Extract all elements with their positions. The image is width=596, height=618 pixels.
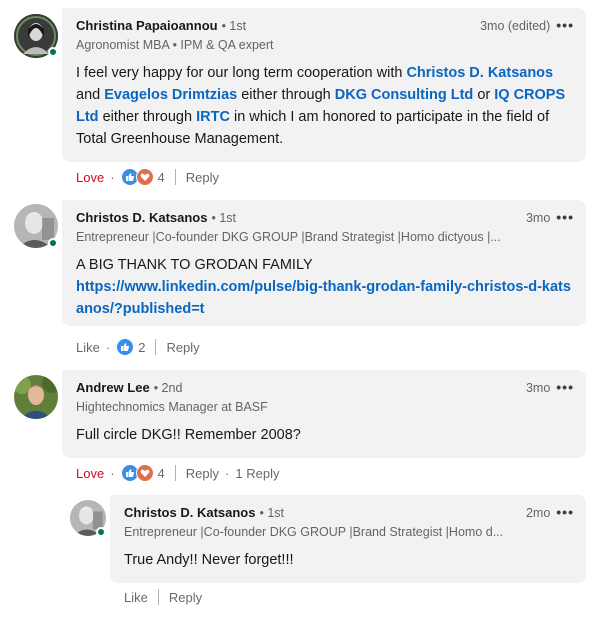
mention-link[interactable]: DKG Consulting Ltd — [335, 87, 474, 103]
author-headline: Entrepreneur |Co-founder DKG GROUP |Bran… — [124, 525, 504, 539]
online-status-icon — [48, 238, 58, 248]
comment-bubble: Christina Papaioannou • 1st 3mo (edited)… — [62, 8, 586, 162]
reply-button[interactable]: Reply — [166, 340, 199, 355]
more-options-icon[interactable]: ••• — [556, 210, 574, 224]
reply-button[interactable]: Reply — [186, 466, 219, 481]
comment-text: I feel very happy for our long term coop… — [76, 62, 574, 150]
more-options-icon[interactable]: ••• — [556, 505, 574, 519]
comment: Christos D. Katsanos • 1st 3mo ••• Entre… — [0, 195, 596, 365]
comment-text: A BIG THANK TO GRODAN FAMILY https://www… — [76, 254, 574, 320]
view-replies-button[interactable]: 1 Reply — [235, 466, 279, 481]
text-segment: either through — [98, 109, 197, 125]
comment-bubble: Christos D. Katsanos • 1st 2mo ••• Entre… — [110, 495, 586, 583]
author-name[interactable]: Andrew Lee — [76, 380, 150, 395]
timestamp: 3mo — [525, 211, 551, 225]
comment: Christina Papaioannou • 1st 3mo (edited)… — [0, 0, 596, 195]
author-headline: Agronomist MBA • IPM & QA expert — [76, 38, 274, 52]
text-segment: or — [473, 87, 495, 103]
reaction-count: 4 — [157, 169, 165, 185]
author-name[interactable]: Christos D. Katsanos — [124, 505, 255, 520]
like-reaction-icon — [116, 338, 135, 356]
like-button[interactable]: Like — [124, 590, 148, 605]
love-reaction-icon — [135, 464, 154, 482]
more-options-icon[interactable]: ••• — [556, 380, 574, 394]
comment-actions: Like · 2 Reply — [76, 337, 200, 357]
comment-bubble: Christos D. Katsanos • 1st 3mo ••• Entre… — [62, 200, 586, 326]
comment-actions: Love · 4 Reply · 1 Reply — [76, 463, 279, 483]
reaction-count: 2 — [138, 339, 146, 355]
love-reaction-button[interactable]: Love — [76, 466, 104, 481]
reply-comment: Christos D. Katsanos • 1st 2mo ••• Entre… — [0, 490, 596, 618]
timestamp: 2mo — [525, 506, 551, 520]
divider — [157, 589, 159, 605]
mention-link[interactable]: Christos D. Katsanos — [406, 65, 553, 81]
connection-degree: • 1st — [259, 506, 285, 520]
separator-dot: · — [110, 169, 115, 185]
avatar[interactable] — [14, 375, 58, 419]
connection-degree: • 2nd — [153, 381, 183, 395]
like-button[interactable]: Like — [76, 340, 100, 355]
text-line: A BIG THANK TO GRODAN FAMILY — [76, 257, 313, 273]
online-status-icon — [48, 47, 58, 57]
divider — [155, 339, 157, 355]
separator-dot: · — [110, 465, 115, 481]
separator-dot: · — [105, 339, 111, 355]
more-options-icon[interactable]: ••• — [556, 18, 574, 32]
avatar-photo-icon — [14, 375, 58, 419]
author-name[interactable]: Christina Papaioannou — [76, 18, 218, 33]
reaction-count: 4 — [157, 465, 165, 481]
separator-dot: · — [225, 465, 230, 481]
comment-actions: Love · 4 Reply — [76, 167, 219, 187]
reaction-summary[interactable]: 2 — [116, 338, 145, 356]
comment-text: Full circle DKG!! Remember 2008? — [76, 427, 301, 443]
comment-actions: Like Reply — [124, 587, 202, 607]
reply-button[interactable]: Reply — [169, 590, 202, 605]
divider — [174, 169, 176, 185]
connection-degree: • 1st — [211, 211, 237, 225]
comment: Andrew Lee • 2nd 3mo ••• Hightechnomics … — [0, 365, 596, 495]
love-reaction-icon — [135, 168, 154, 186]
text-segment: I feel very happy for our long term coop… — [76, 65, 407, 81]
love-reaction-button[interactable]: Love — [76, 170, 104, 185]
text-segment: either through — [237, 87, 335, 103]
comment-bubble: Andrew Lee • 2nd 3mo ••• Hightechnomics … — [62, 370, 586, 458]
author-name[interactable]: Christos D. Katsanos — [76, 210, 207, 225]
article-link[interactable]: https://www.linkedin.com/pulse/big-thank… — [76, 276, 574, 320]
reaction-summary[interactable]: 4 — [120, 168, 165, 186]
divider — [174, 465, 176, 481]
reply-button[interactable]: Reply — [186, 170, 219, 185]
author-headline: Hightechnomics Manager at BASF — [76, 400, 268, 414]
timestamp: 3mo (edited) — [480, 19, 551, 33]
reaction-summary[interactable]: 4 — [120, 464, 165, 482]
connection-degree: • 1st — [221, 19, 247, 33]
mention-link[interactable]: Evagelos Drimtzias — [104, 87, 237, 103]
online-status-icon — [96, 527, 106, 537]
timestamp: 3mo — [525, 381, 551, 395]
author-headline: Entrepreneur |Co-founder DKG GROUP |Bran… — [76, 230, 501, 244]
mention-link[interactable]: IRTC — [196, 109, 230, 125]
comment-text: True Andy!! Never forget!!! — [124, 552, 294, 568]
text-segment: and — [76, 87, 105, 103]
